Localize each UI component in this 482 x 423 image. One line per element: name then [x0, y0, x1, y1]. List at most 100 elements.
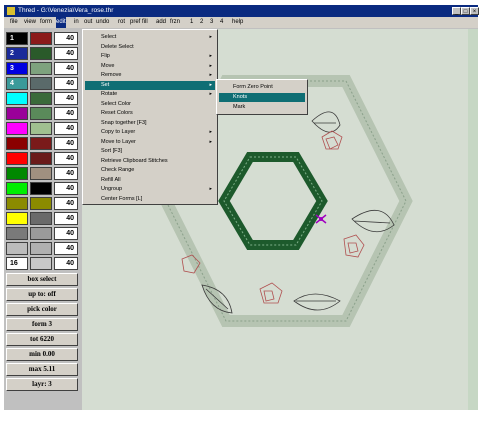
panel-button-form-3[interactable]: form 3 — [6, 318, 78, 331]
edit-menu-item-copy-to-layer[interactable]: Copy to Layer ▸ — [85, 128, 215, 137]
set-submenu-item-form-zero-point[interactable]: Form Zero Point — [219, 83, 305, 92]
thread-size-box[interactable]: 40 — [54, 257, 78, 270]
user-color-swatch[interactable] — [30, 242, 52, 255]
thread-color-swatch[interactable]: 16 — [6, 257, 28, 270]
edit-menu-item-ungroup[interactable]: Ungroup ▸ — [85, 185, 215, 194]
menu-4[interactable]: 4 — [220, 17, 223, 28]
user-color-swatch[interactable] — [30, 257, 52, 270]
thread-size-box[interactable]: 40 — [54, 167, 78, 180]
thread-color-swatch[interactable] — [6, 152, 28, 165]
user-color-swatch[interactable] — [30, 182, 52, 195]
edit-menu-item-snap-together-f3[interactable]: Snap together [F3] — [85, 119, 215, 128]
user-color-swatch[interactable] — [30, 62, 52, 75]
thread-color-swatch[interactable] — [6, 197, 28, 210]
thread-size-box[interactable]: 40 — [54, 182, 78, 195]
user-color-swatch[interactable] — [30, 92, 52, 105]
edit-menu-item-remove[interactable]: Remove ▸ — [85, 71, 215, 80]
submenu-arrow-icon: ▸ — [209, 186, 212, 192]
menu-add[interactable]: add — [156, 17, 166, 28]
menu-fill[interactable]: fill — [142, 17, 148, 28]
panel-button-layr-3[interactable]: layr: 3 — [6, 378, 78, 391]
close-icon[interactable]: × — [470, 7, 479, 15]
edit-menu-item-check-range[interactable]: Check Range — [85, 166, 215, 175]
edit-menu-item-delete-select[interactable]: Delete Select — [85, 43, 215, 52]
edit-menu-item-flip[interactable]: Flip ▸ — [85, 52, 215, 61]
edit-menu-item-refill-all[interactable]: Refill All — [85, 176, 215, 185]
thread-color-swatch[interactable] — [6, 137, 28, 150]
thread-color-swatch[interactable]: 4 — [6, 77, 28, 90]
panel-button-pick-color[interactable]: pick color — [6, 303, 78, 316]
menu-2[interactable]: 2 — [200, 17, 203, 28]
thread-size-box[interactable]: 40 — [54, 47, 78, 60]
thread-size-box[interactable]: 40 — [54, 212, 78, 225]
edit-menu-item-center-forms-l[interactable]: Center Forms [L] — [85, 195, 215, 204]
panel-button-box-select[interactable]: box select — [6, 273, 78, 286]
menu-help[interactable]: help — [232, 17, 243, 28]
edit-menu-item-select-color[interactable]: Select Color — [85, 100, 215, 109]
thread-color-swatch[interactable] — [6, 182, 28, 195]
menu-undo[interactable]: undo — [96, 17, 109, 28]
menu-in[interactable]: in — [74, 17, 79, 28]
thread-color-swatch[interactable] — [6, 107, 28, 120]
thread-color-swatch[interactable] — [6, 227, 28, 240]
thread-color-swatch[interactable] — [6, 167, 28, 180]
user-color-swatch[interactable] — [30, 212, 52, 225]
edit-menu-item-retrieve-clipboard-stitches[interactable]: Retrieve Clipboard Stitches — [85, 157, 215, 166]
edit-menu-item-reset-colors[interactable]: Reset Colors — [85, 109, 215, 118]
panel-button-max-5-11[interactable]: max 5.11 — [6, 363, 78, 376]
menu-1[interactable]: 1 — [190, 17, 193, 28]
set-submenu-item-knots[interactable]: Knots — [219, 93, 305, 102]
user-color-swatch[interactable] — [30, 137, 52, 150]
menu-edit[interactable]: edit — [56, 17, 66, 28]
panel-button-up-to-off[interactable]: up to: off — [6, 288, 78, 301]
menu-view[interactable]: view — [24, 17, 36, 28]
thread-size-box[interactable]: 40 — [54, 92, 78, 105]
edit-menu-item-move-to-layer[interactable]: Move to Layer ▸ — [85, 138, 215, 147]
minimize-icon[interactable]: _ — [452, 7, 461, 15]
thread-color-swatch[interactable]: 2 — [6, 47, 28, 60]
thread-color-swatch[interactable] — [6, 242, 28, 255]
thread-size-box[interactable]: 40 — [54, 122, 78, 135]
user-color-swatch[interactable] — [30, 167, 52, 180]
thread-size-box[interactable]: 40 — [54, 242, 78, 255]
thread-size-box[interactable]: 40 — [54, 137, 78, 150]
thread-color-swatch[interactable] — [6, 122, 28, 135]
thread-size-box[interactable]: 40 — [54, 32, 78, 45]
menu-file[interactable]: file — [10, 17, 18, 28]
user-color-swatch[interactable] — [30, 152, 52, 165]
thread-size-box[interactable]: 40 — [54, 227, 78, 240]
panel-button-min-0-00[interactable]: min 0.00 — [6, 348, 78, 361]
user-color-swatch[interactable] — [30, 32, 52, 45]
edit-menu-item-sort-f3[interactable]: Sort [F3] — [85, 147, 215, 156]
maximize-icon[interactable]: □ — [461, 7, 470, 15]
user-color-swatch[interactable] — [30, 197, 52, 210]
color-number-label: 3 — [10, 65, 14, 72]
user-color-swatch[interactable] — [30, 227, 52, 240]
thread-size-box[interactable]: 40 — [54, 152, 78, 165]
thread-color-swatch[interactable]: 3 — [6, 62, 28, 75]
thread-size-box[interactable]: 40 — [54, 77, 78, 90]
menu-frzn[interactable]: frzn — [170, 17, 180, 28]
user-color-swatch[interactable] — [30, 122, 52, 135]
user-color-swatch[interactable] — [30, 77, 52, 90]
thread-size-box[interactable]: 40 — [54, 197, 78, 210]
edit-menu-item-select[interactable]: Select ▸ — [85, 33, 215, 42]
thread-color-swatch[interactable]: 1 — [6, 32, 28, 45]
edit-menu-item-set[interactable]: Set ▸ — [85, 80, 215, 90]
menu-pref[interactable]: pref — [130, 17, 140, 28]
thread-size-box[interactable]: 40 — [54, 62, 78, 75]
panel-button-tot-6220[interactable]: tot 6220 — [6, 333, 78, 346]
thread-color-swatch[interactable] — [6, 92, 28, 105]
menu-rot[interactable]: rot — [118, 17, 125, 28]
user-color-swatch[interactable] — [30, 107, 52, 120]
set-submenu-item-mark[interactable]: Mark — [219, 103, 305, 112]
edit-menu-item-move[interactable]: Move ▸ — [85, 62, 215, 71]
user-color-swatch[interactable] — [30, 47, 52, 60]
thread-color-swatch[interactable] — [6, 212, 28, 225]
vertical-scrollbar[interactable] — [468, 29, 478, 410]
menu-out[interactable]: out — [84, 17, 92, 28]
menu-form[interactable]: form — [40, 17, 52, 28]
thread-size-box[interactable]: 40 — [54, 107, 78, 120]
menu-3[interactable]: 3 — [210, 17, 213, 28]
edit-menu-item-rotate[interactable]: Rotate ▸ — [85, 90, 215, 99]
